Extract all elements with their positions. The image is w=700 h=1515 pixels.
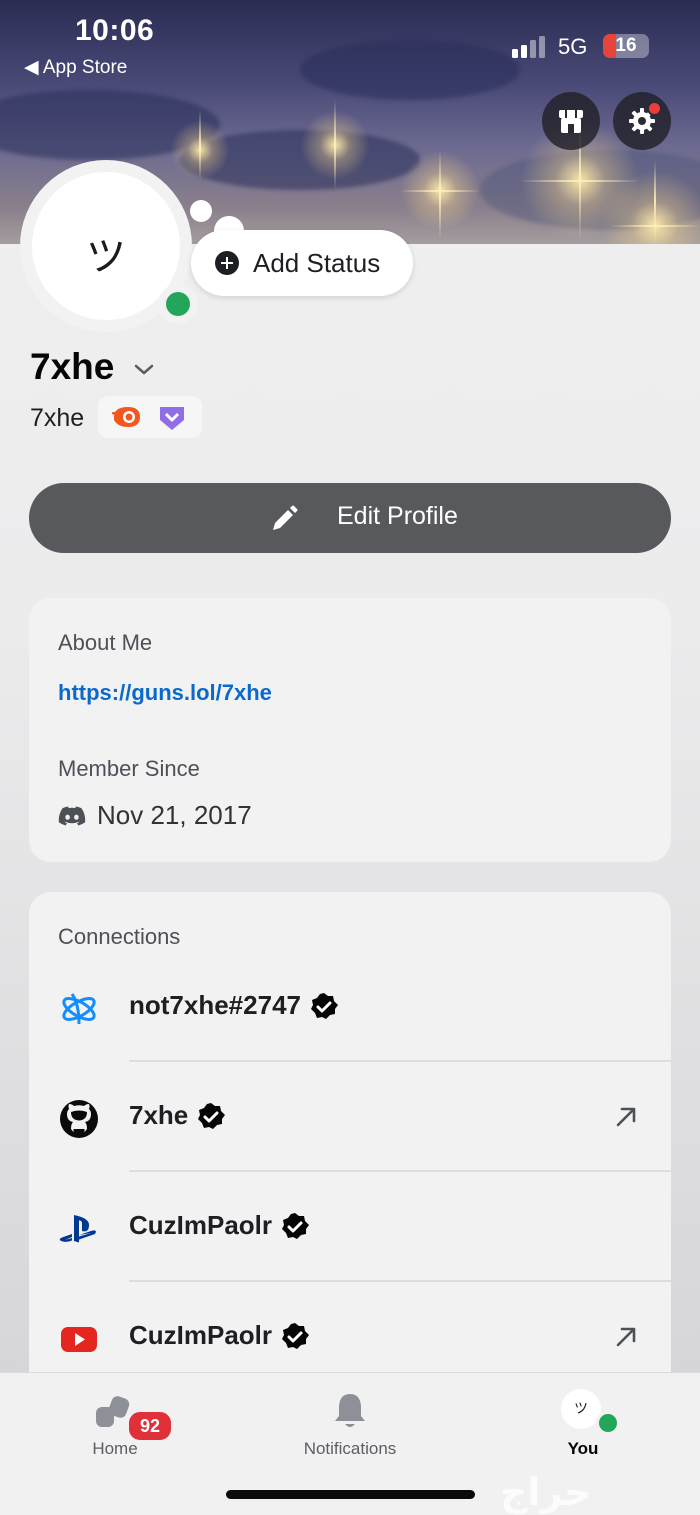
external-link-icon[interactable] xyxy=(613,1104,639,1130)
connections-heading: Connections xyxy=(58,924,181,949)
add-status-button[interactable]: Add Status xyxy=(191,230,413,296)
clock: 10:06 xyxy=(75,14,155,47)
playstation-icon xyxy=(59,1215,96,1243)
tab-you[interactable]: ツ You xyxy=(528,1373,638,1473)
connection-row-battlenet[interactable]: not7xhe#2747 xyxy=(29,952,671,1062)
connection-name: CuzImPaolr xyxy=(129,1320,273,1350)
status-bubble-dot-small xyxy=(190,200,212,222)
discord-logo-icon xyxy=(58,806,86,826)
external-link-icon[interactable] xyxy=(613,1324,639,1350)
about-me-card: About Me https://guns.lol/7xhe Member Si… xyxy=(29,598,671,862)
connections-card: Connections not7xhe#2747 7xhe CuzImPaolr… xyxy=(29,892,671,1412)
online-status-dot xyxy=(166,292,190,316)
username: 7xhe xyxy=(30,404,85,432)
battlenet-icon xyxy=(62,993,96,1025)
you-online-dot xyxy=(596,1411,620,1435)
edit-profile-label: Edit Profile xyxy=(337,502,458,530)
purple-hypesquad-badge-icon[interactable] xyxy=(158,404,186,432)
verified-check-icon xyxy=(282,1213,309,1239)
battery-icon: 16 xyxy=(603,34,649,58)
orange-nitro-badge-icon[interactable] xyxy=(112,404,142,430)
chevron-down-icon[interactable] xyxy=(133,362,155,378)
settings-notification-dot xyxy=(647,101,662,116)
tab-you-label: You xyxy=(567,1439,599,1458)
pencil-icon xyxy=(273,505,298,530)
you-avatar: ツ xyxy=(561,1389,601,1429)
home-indicator[interactable] xyxy=(226,1490,475,1499)
status-bar: 10:06 ◀ App Store 5G 16 xyxy=(0,0,700,90)
watermark-logo: حراج xyxy=(500,1470,592,1514)
connection-row-github[interactable]: 7xhe xyxy=(29,1062,671,1172)
plus-circle-icon xyxy=(215,251,239,275)
status-indicator xyxy=(158,284,198,324)
tab-home[interactable]: 92 Home xyxy=(60,1373,174,1473)
shop-button[interactable] xyxy=(542,92,600,150)
network-type: 5G xyxy=(558,34,588,59)
avatar-text: ツ xyxy=(86,234,126,280)
about-me-heading: About Me xyxy=(58,630,153,655)
connection-row-playstation[interactable]: CuzImPaolr xyxy=(29,1172,671,1282)
connection-name: not7xhe#2747 xyxy=(129,990,301,1020)
settings-button[interactable] xyxy=(613,92,671,150)
add-status-label: Add Status xyxy=(253,248,381,278)
member-since-date: Nov 21, 2017 xyxy=(97,800,252,830)
youtube-icon xyxy=(61,1327,97,1352)
github-icon xyxy=(60,1100,98,1138)
cellular-signal-icon xyxy=(512,36,545,58)
profile-avatar[interactable]: ツ xyxy=(20,160,198,332)
profile-badges xyxy=(98,396,202,438)
verified-check-icon xyxy=(198,1103,225,1129)
edit-profile-button[interactable]: Edit Profile xyxy=(29,483,671,553)
shop-icon xyxy=(559,110,583,133)
connection-name: CuzImPaolr xyxy=(129,1210,273,1240)
tab-home-label: Home xyxy=(92,1439,138,1458)
battery-percent: 16 xyxy=(615,35,637,56)
display-name: 7xhe xyxy=(30,346,115,387)
back-to-app-store[interactable]: ◀ App Store xyxy=(24,56,127,79)
home-unread-badge: 92 xyxy=(126,1409,174,1443)
about-me-link[interactable]: https://guns.lol/7xhe xyxy=(58,680,272,706)
member-since-heading: Member Since xyxy=(58,756,200,781)
connection-name: 7xhe xyxy=(129,1100,189,1130)
tab-notifications[interactable]: Notifications xyxy=(270,1373,430,1473)
verified-check-icon xyxy=(311,993,338,1019)
tab-notifications-label: Notifications xyxy=(303,1439,397,1458)
verified-check-icon xyxy=(282,1323,309,1349)
bell-icon xyxy=(335,1394,365,1427)
